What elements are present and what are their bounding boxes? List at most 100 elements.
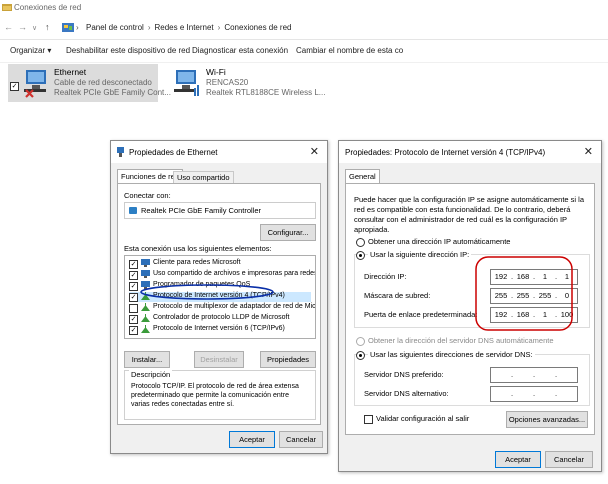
gateway-octet: 1 (542, 310, 548, 319)
manual-dns-radio[interactable] (356, 351, 365, 360)
dns-preferred-field[interactable]: ... (490, 367, 578, 383)
protocol-icon (141, 314, 150, 322)
up-icon[interactable]: ↑ (45, 22, 50, 32)
item-checkbox[interactable]: ✓ (129, 315, 138, 324)
dialog-title-bar: Propiedades: Protocolo de Internet versi… (339, 141, 601, 163)
diagnose-connection-button[interactable]: Diagnosticar esta conexión (192, 46, 288, 55)
adapter-device: Realtek RTL8188CE Wireless L... (206, 88, 326, 97)
manual-ip-radio[interactable] (356, 251, 365, 260)
adapter-status: Cable de red desconectado (54, 78, 152, 87)
breadcrumb-item[interactable]: Conexiones de red (224, 23, 291, 32)
validate-checkbox[interactable] (364, 415, 373, 424)
chevron-right-icon: › (217, 23, 221, 32)
adapter-name: Wi-Fi (206, 67, 226, 77)
adapter-wifi[interactable]: Wi-Fi RENCAS20 Realtek RTL8188CE Wireles… (172, 64, 325, 102)
item-checkbox[interactable] (129, 304, 138, 313)
item-label: Uso compartido de archivos e impresoras … (153, 270, 316, 277)
item-checkbox[interactable]: ✓ (129, 326, 138, 335)
intro-text: Puede hacer que la configuración IP se a… (354, 195, 585, 234)
auto-ip-label[interactable]: Obtener una dirección IP automáticamente (368, 237, 510, 246)
list-item[interactable]: Protocolo de multiplexor de adaptador de… (129, 303, 315, 313)
item-checkbox[interactable]: ✓ (129, 260, 138, 269)
item-checkbox[interactable]: ✓ (129, 293, 138, 302)
dialog-title-bar: Propiedades de Ethernet ✕ (111, 141, 327, 163)
item-label: Programador de paquetes QoS (153, 281, 251, 288)
ipv4-properties-dialog: Propiedades: Protocolo de Internet versi… (338, 140, 602, 472)
adapter-status: RENCAS20 (206, 78, 249, 87)
network-client-icon (141, 281, 150, 289)
command-bar: Organizar ▾ Deshabilitar este dispositiv… (0, 40, 608, 63)
address-bar[interactable]: ← → ∨ ↑ › Panel de control › Redes e Inter… (0, 17, 608, 40)
properties-button[interactable]: Propiedades (260, 351, 316, 368)
auto-ip-radio[interactable] (356, 238, 365, 247)
item-checkbox[interactable]: ✓ (129, 271, 138, 280)
uninstall-button[interactable]: Desinstalar (194, 351, 244, 368)
breadcrumb: Panel de control › Redes e Internet › Conexi… (86, 23, 291, 32)
list-item[interactable]: ✓ Cliente para redes Microsoft (129, 259, 311, 269)
ethernet-adapter-icon (24, 70, 46, 98)
mask-label: Máscara de subred: (364, 291, 431, 300)
auto-dns-label[interactable]: Obtener la dirección del servidor DNS au… (368, 336, 554, 345)
list-item[interactable]: ✓ Controlador de protocolo LLDP de Micros… (129, 314, 311, 324)
item-checkbox[interactable]: ✓ (129, 282, 138, 291)
description-text: Protocolo TCP/IP. El protocolo de red de… (131, 383, 299, 408)
manual-ip-label[interactable]: Usar la siguiente dirección IP: (368, 250, 472, 259)
wifi-adapter-icon (174, 70, 199, 96)
explorer-title-bar: Conexiones de red (0, 0, 608, 16)
install-button[interactable]: Instalar... (124, 351, 170, 368)
accept-button[interactable]: Aceptar (495, 451, 541, 468)
dialog-title: Propiedades de Ethernet (129, 148, 218, 157)
accept-button[interactable]: Aceptar (229, 431, 275, 448)
item-label: Protocolo de Internet versión 6 (TCP/IPv… (153, 325, 285, 332)
ip-octet: 1 (564, 272, 570, 281)
adapter-select-checkbox[interactable]: ✓ (10, 82, 19, 91)
list-item[interactable]: ✓ Protocolo de Internet versión 6 (TCP/IP… (129, 325, 311, 335)
breadcrumb-item[interactable]: Panel de control (86, 23, 144, 32)
dns-alternate-field[interactable]: ... (490, 386, 578, 402)
tab-panel: Conectar con: Realtek PCIe GbE Family Co… (117, 183, 321, 425)
recent-dropdown-icon[interactable]: ∨ (32, 24, 37, 32)
back-icon[interactable]: ← (4, 22, 13, 32)
validate-label[interactable]: Validar configuración al salir (376, 414, 469, 423)
manual-dns-label[interactable]: Usar las siguientes direcciones de servi… (368, 350, 535, 359)
advanced-options-button[interactable]: Opciones avanzadas... (506, 411, 588, 428)
cancel-button[interactable]: Cancelar (545, 451, 593, 468)
close-icon[interactable]: ✕ (584, 145, 593, 158)
adapter-ethernet[interactable]: ✓ Ethernet Cable de red desconectado Rea… (8, 64, 171, 102)
adapter-field: Realtek PCIe GbE Family Controller (124, 202, 316, 219)
auto-dns-radio[interactable] (356, 337, 365, 346)
disable-device-button[interactable]: Deshabilitar este dispositivo de red (66, 46, 190, 55)
description-title: Descripción (129, 370, 173, 379)
elements-list: ✓ Cliente para redes Microsoft ✓ Uso compar… (124, 255, 316, 339)
network-client-icon (141, 259, 150, 267)
gateway-octet: 192 (494, 310, 508, 319)
ip-address-field[interactable]: 192. 168. 1. 1 (490, 269, 578, 285)
elements-label: Esta conexión usa los siguientes element… (124, 244, 272, 253)
close-icon[interactable]: ✕ (310, 145, 319, 158)
window-title: Conexiones de red (14, 3, 82, 12)
breadcrumb-item[interactable]: Redes e Internet (155, 23, 214, 32)
network-folder-icon (2, 4, 12, 11)
cancel-button[interactable]: Cancelar (279, 431, 323, 448)
forward-icon[interactable]: → (18, 22, 27, 32)
gateway-octet: 168 (516, 310, 530, 319)
subnet-mask-field[interactable]: 255. 255. 255. 0 (490, 288, 578, 304)
configure-button[interactable]: Configurar... (260, 224, 316, 241)
list-item[interactable]: ✓ Protocolo de Internet versión 4 (TCP/IP… (129, 292, 311, 302)
connect-with-label: Conectar con: (124, 191, 171, 200)
description-group: Descripción Protocolo TCP/IP. El protoco… (124, 370, 316, 420)
tab-panel: Puede hacer que la configuración IP se a… (345, 183, 595, 435)
gateway-field[interactable]: 192. 168. 1. 100 (490, 307, 578, 323)
gateway-label: Puerta de enlace predeterminada: (364, 310, 478, 319)
item-label: Cliente para redes Microsoft (153, 259, 241, 266)
mask-octet: 255 (494, 291, 508, 300)
rename-connection-button[interactable]: Cambiar el nombre de esta co (296, 46, 403, 55)
list-item[interactable]: ✓ Uso compartido de archivos e impresoras… (129, 270, 315, 280)
mask-octet: 255 (516, 291, 530, 300)
network-client-icon (141, 270, 150, 278)
dialog-title: Propiedades: Protocolo de Internet versi… (345, 148, 546, 157)
organize-menu[interactable]: Organizar ▾ (10, 46, 51, 55)
tab-general[interactable]: General (345, 169, 380, 184)
list-item[interactable]: ✓ Programador de paquetes QoS (129, 281, 311, 291)
protocol-icon (141, 325, 150, 333)
